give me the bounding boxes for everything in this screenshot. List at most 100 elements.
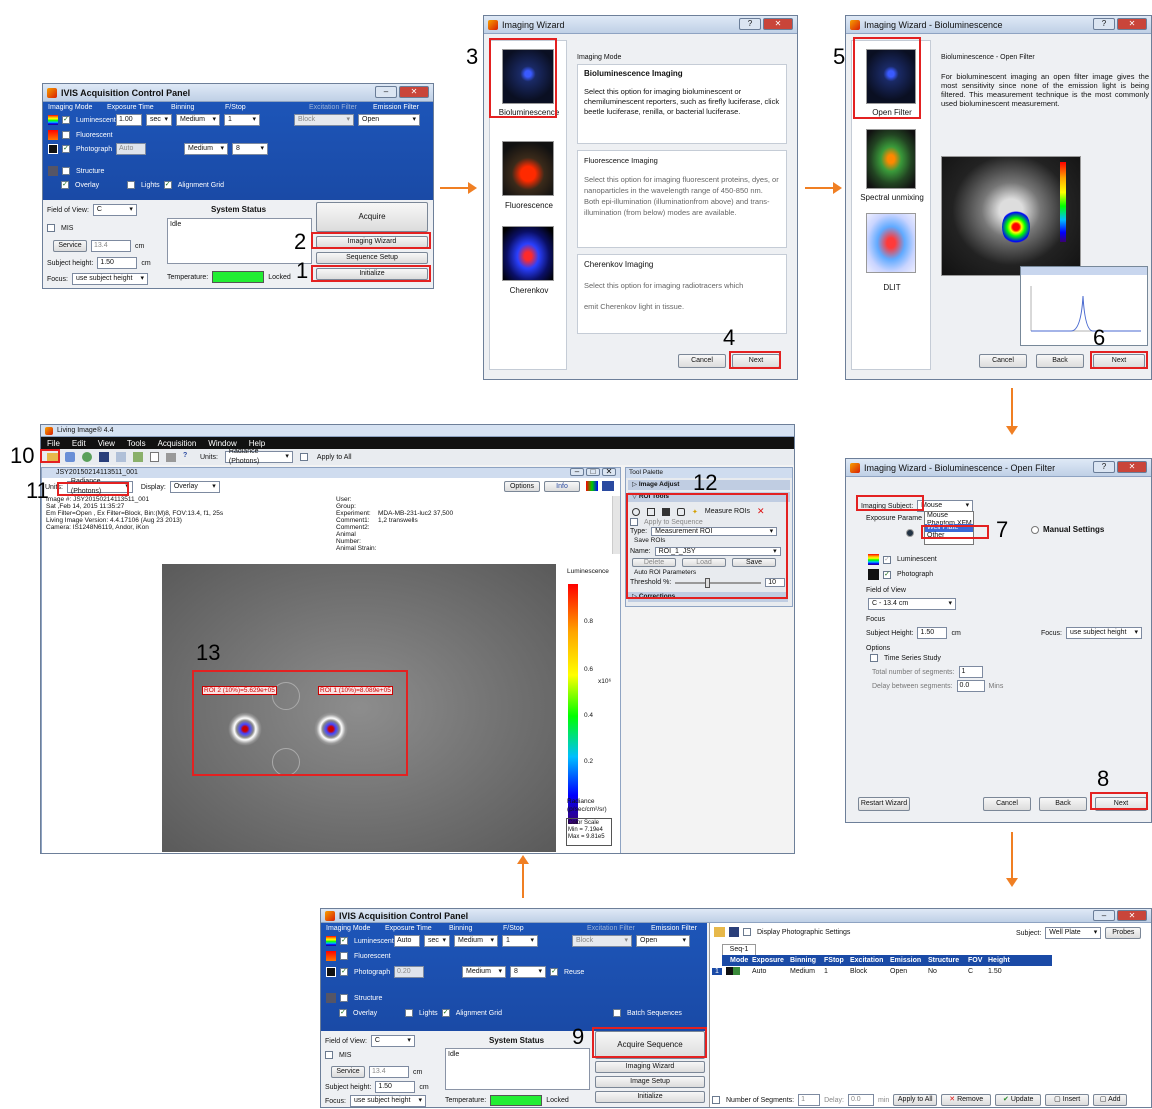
menu-file[interactable]: File <box>47 439 60 448</box>
exposure-unit-select[interactable]: sec <box>146 114 172 126</box>
focus-select[interactable]: use subject height <box>72 273 149 285</box>
focus-select[interactable]: use subject height <box>350 1095 427 1107</box>
menu-acquisition[interactable]: Acquisition <box>158 439 197 448</box>
open-icon[interactable] <box>714 927 725 937</box>
photo-fstop-select[interactable]: 8 <box>510 966 546 978</box>
users-icon[interactable] <box>82 452 92 462</box>
back-button[interactable]: Back <box>1036 354 1084 368</box>
info-scrollbar[interactable] <box>612 496 620 554</box>
time-series-checkbox[interactable] <box>870 654 878 662</box>
overlay-checkbox[interactable]: ✓ <box>339 1009 347 1017</box>
minimize-button[interactable]: – <box>1093 910 1115 921</box>
delay-input[interactable]: 0.0 <box>847 1094 874 1106</box>
imaging-wizard-button[interactable]: Imaging Wizard <box>595 1061 705 1073</box>
mis-checkbox[interactable] <box>47 224 55 232</box>
photo-exposure-input[interactable]: Auto <box>116 143 146 155</box>
reuse-checkbox[interactable]: ✓ <box>550 968 558 976</box>
sequence-setup-button[interactable]: Sequence Setup <box>316 252 428 264</box>
photo-exposure-input[interactable]: 0.20 <box>394 966 424 978</box>
alignment-grid-checkbox[interactable]: ✓ <box>163 181 172 189</box>
close-button[interactable]: ✕ <box>763 18 793 30</box>
photo-fstop-select[interactable]: 8 <box>232 143 268 155</box>
photograph-checkbox[interactable]: ✓ <box>340 968 348 976</box>
num-segments-input[interactable]: 1 <box>798 1094 821 1106</box>
info-button[interactable]: Info <box>544 481 580 492</box>
luminescent-checkbox[interactable]: ✓ <box>340 937 348 945</box>
exposure-input[interactable]: Auto <box>394 935 420 947</box>
help-button[interactable]: ? <box>1093 461 1115 473</box>
apply-all-checkbox[interactable] <box>299 453 308 461</box>
fov-select[interactable]: C <box>370 1035 415 1047</box>
print-icon[interactable] <box>166 452 176 462</box>
image-close-button[interactable]: ✕ <box>602 468 616 476</box>
emission-select[interactable]: Open <box>636 935 690 947</box>
exposure-input[interactable]: 1.00 <box>116 114 142 126</box>
fstop-select[interactable]: 1 <box>502 935 538 947</box>
fov-select[interactable]: C <box>92 204 137 216</box>
document-icon[interactable] <box>150 452 159 462</box>
cherenkov-option[interactable] <box>502 226 554 281</box>
manual-radio[interactable] <box>1031 525 1039 534</box>
fstop-select[interactable]: 1 <box>224 114 260 126</box>
menu-view[interactable]: View <box>98 439 115 448</box>
photo-binning-select[interactable]: Medium <box>184 143 228 155</box>
save-icon[interactable] <box>99 452 109 462</box>
image-minimize-button[interactable]: – <box>570 468 584 476</box>
menu-edit[interactable]: Edit <box>72 439 86 448</box>
emission-select[interactable]: Open <box>358 114 420 126</box>
structure-checkbox[interactable] <box>340 994 348 1002</box>
probes-button[interactable]: Probes <box>1105 927 1142 939</box>
close-button[interactable]: ✕ <box>1117 461 1147 473</box>
help-icon[interactable]: ? <box>183 452 193 462</box>
dropdown-mouse[interactable]: Mouse <box>925 512 973 520</box>
lights-checkbox[interactable] <box>405 1009 413 1017</box>
back-button[interactable]: Back <box>1039 797 1087 811</box>
photograph-checkbox[interactable]: ✓ <box>883 570 891 579</box>
delay-input[interactable]: 0.0 <box>956 680 985 692</box>
num-segments-checkbox[interactable] <box>712 1096 720 1104</box>
alignment-grid-checkbox[interactable]: ✓ <box>441 1009 450 1017</box>
insert-button[interactable]: ▢ Insert <box>1045 1094 1090 1106</box>
close-button[interactable]: ✕ <box>399 86 429 98</box>
restart-wizard-button[interactable]: Restart Wizard <box>858 797 910 811</box>
apply-all-button[interactable]: Apply to All <box>893 1094 938 1106</box>
remove-button[interactable]: ✕ Remove <box>941 1094 992 1106</box>
focus-select[interactable]: use subject height <box>1066 627 1143 639</box>
fov-select[interactable]: C - 13.4 cm <box>868 598 956 610</box>
luminescent-checkbox[interactable]: ✓ <box>62 116 70 124</box>
help-button[interactable]: ? <box>739 18 761 30</box>
auto-radio[interactable] <box>906 529 914 537</box>
photo-binning-select[interactable]: Medium <box>462 966 506 978</box>
fluorescent-checkbox[interactable] <box>62 131 70 139</box>
service-button[interactable]: Service <box>331 1066 365 1078</box>
subject-height-input[interactable]: 1.50 <box>97 257 138 269</box>
close-button[interactable]: ✕ <box>1117 18 1147 30</box>
units-select[interactable]: Radiance (Photons) <box>224 448 293 465</box>
cancel-button[interactable]: Cancel <box>979 354 1027 368</box>
update-button[interactable]: ✔ Update <box>995 1094 1042 1106</box>
display-select[interactable]: Overlay <box>169 481 220 493</box>
mis-checkbox[interactable] <box>325 1051 333 1059</box>
photograph-checkbox[interactable]: ✓ <box>62 145 70 153</box>
seq-tab[interactable]: Seq-1 <box>722 944 756 955</box>
overlay-checkbox[interactable]: ✓ <box>61 181 69 189</box>
batch-sequences-checkbox[interactable] <box>613 1009 621 1017</box>
save-icon[interactable] <box>729 927 739 937</box>
excitation-select[interactable]: Block <box>572 935 632 947</box>
copy-icon[interactable] <box>116 452 126 462</box>
service-button[interactable]: Service <box>53 240 87 252</box>
add-button[interactable]: ▢ Add <box>1093 1094 1128 1106</box>
minimize-button[interactable]: – <box>375 86 397 98</box>
binning-select[interactable]: Medium <box>454 935 498 947</box>
palette-icon[interactable] <box>586 481 598 491</box>
fluorescent-checkbox[interactable] <box>340 952 348 960</box>
structure-checkbox[interactable] <box>62 167 70 175</box>
exposure-unit-select[interactable]: sec <box>424 935 450 947</box>
segments-input[interactable]: 1 <box>958 666 983 678</box>
acquire-icon[interactable] <box>65 452 75 462</box>
close-button[interactable]: ✕ <box>1117 910 1147 921</box>
fluorescence-option[interactable] <box>502 141 554 196</box>
display-photo-checkbox[interactable] <box>743 928 751 936</box>
subject-select[interactable]: Well Plate <box>1045 927 1102 939</box>
excitation-select[interactable]: Block <box>294 114 354 126</box>
